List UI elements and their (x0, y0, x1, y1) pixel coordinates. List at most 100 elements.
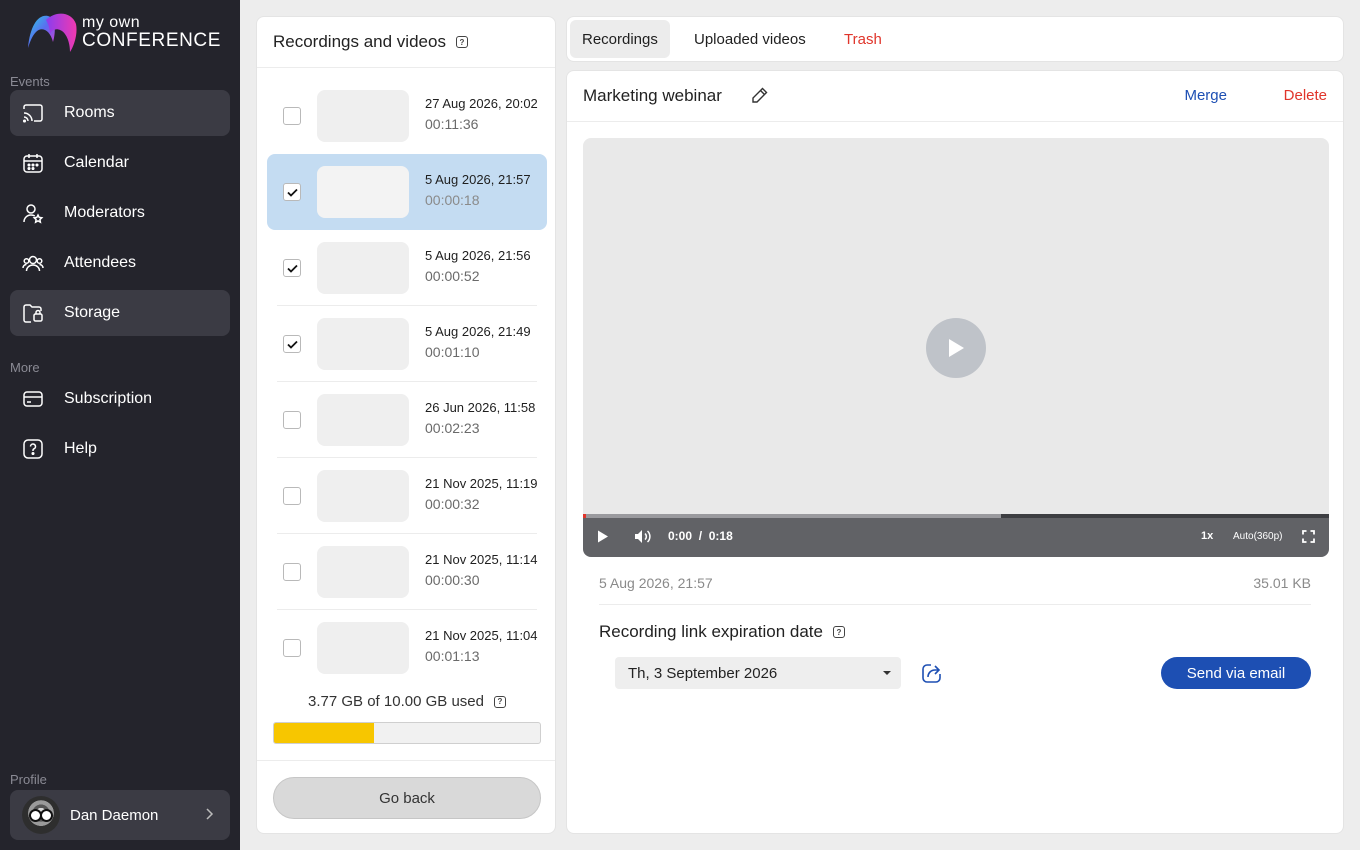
section-label-more: More (10, 360, 40, 375)
recording-checkbox[interactable] (283, 563, 301, 581)
file-size: 35.01 KB (1253, 575, 1311, 591)
share-link-icon[interactable] (920, 661, 944, 685)
recording-duration: 00:02:23 (425, 420, 480, 436)
go-back-button[interactable]: Go back (273, 777, 541, 819)
section-label-events: Events (10, 74, 50, 89)
recording-date: 21 Nov 2025, 11:14 (425, 552, 538, 567)
sidebar-item-storage[interactable]: Storage (10, 290, 230, 336)
recording-date: 5 Aug 2026, 21:49 (425, 324, 531, 339)
sidebar-item-label: Rooms (64, 104, 115, 121)
pencil-edit-icon[interactable] (751, 86, 769, 104)
help-icon[interactable]: ? (455, 36, 468, 48)
recording-duration: 00:00:52 (425, 268, 480, 284)
recording-duration: 00:00:30 (425, 572, 480, 588)
storage-usage: 3.77 GB of 10.00 GB used ? (257, 693, 557, 710)
video-player[interactable]: 0:00 / 0:18 1x Auto(360p) (583, 138, 1329, 557)
expiration-date-value: Th, 3 September 2026 (628, 664, 778, 682)
play-icon[interactable] (597, 530, 609, 543)
delete-button[interactable]: Delete (1284, 87, 1327, 104)
expiration-label-text: Recording link expiration date (599, 622, 823, 641)
sidebar-item-attendees[interactable]: Attendees (10, 240, 230, 286)
profile-button[interactable]: Dan Daemon (10, 790, 230, 840)
recording-date: 26 Jun 2026, 11:58 (425, 400, 536, 415)
list-item[interactable]: 21 Nov 2025, 11:14 00:00:30 (267, 534, 547, 610)
recording-thumbnail (317, 90, 409, 142)
progress-bar[interactable] (583, 514, 1329, 518)
checkmark-icon (286, 340, 298, 349)
sidebar-item-rooms[interactable]: Rooms (10, 90, 230, 136)
list-item[interactable]: 5 Aug 2026, 21:49 00:01:10 (267, 306, 547, 382)
tab-recordings[interactable]: Recordings (570, 20, 670, 58)
list-header: Recordings and videos ? (257, 17, 555, 68)
fullscreen-icon[interactable] (1302, 530, 1315, 543)
list-item[interactable]: 5 Aug 2026, 21:57 00:00:18 (267, 154, 547, 230)
app-logo[interactable]: my own CONFERENCE (26, 12, 226, 56)
detail-header: Marketing webinar Merge Delete (567, 71, 1343, 122)
checkmark-icon (286, 264, 298, 273)
send-via-email-button[interactable]: Send via email (1161, 657, 1311, 689)
sidebar-item-label: Attendees (64, 254, 137, 271)
profile-name: Dan Daemon (70, 806, 159, 824)
recording-checkbox[interactable] (283, 335, 301, 353)
tabs-bar: Recordings Uploaded videos Trash (566, 16, 1344, 62)
list-item[interactable]: 5 Aug 2026, 21:56 00:00:52 (267, 230, 547, 306)
sidebar-item-help[interactable]: Help (10, 426, 230, 472)
storage-progress-fill (274, 723, 375, 743)
tab-trash[interactable]: Trash (832, 20, 894, 58)
recording-date: 27 Aug 2026, 20:02 (425, 96, 538, 111)
sidebar-item-calendar[interactable]: Calendar (10, 140, 230, 186)
volume-icon[interactable] (634, 529, 651, 544)
recording-checkbox[interactable] (283, 107, 301, 125)
caret-down-icon (883, 671, 891, 675)
list-item[interactable]: 27 Aug 2026, 20:02 00:11:36 (267, 78, 547, 154)
sidebar-item-moderators[interactable]: Moderators (10, 190, 230, 236)
storage-progress-bar (273, 722, 541, 744)
card-icon (22, 388, 44, 410)
recording-checkbox[interactable] (283, 259, 301, 277)
help-icon (22, 438, 44, 460)
recording-checkbox[interactable] (283, 183, 301, 201)
sidebar-item-label: Storage (64, 304, 121, 321)
recording-checkbox[interactable] (283, 411, 301, 429)
calendar-icon (22, 152, 44, 174)
list-item[interactable]: 21 Nov 2025, 11:04 00:01:13 (267, 610, 547, 686)
sidebar-item-label: Help (64, 440, 97, 457)
recording-date: 21 Nov 2025, 11:19 (425, 476, 538, 491)
current-time: 0:00 (668, 529, 693, 543)
help-icon[interactable]: ? (832, 626, 845, 638)
recording-date: 5 Aug 2026, 21:57 (599, 575, 713, 591)
recording-thumbnail (317, 622, 409, 674)
recording-date: 5 Aug 2026, 21:57 (425, 172, 531, 187)
tab-uploaded-videos[interactable]: Uploaded videos (682, 20, 818, 58)
help-icon[interactable]: ? (493, 695, 506, 708)
play-icon[interactable] (926, 318, 986, 378)
sidebar-item-subscription[interactable]: Subscription (10, 376, 230, 422)
recording-duration: 00:11:36 (425, 116, 479, 132)
list-item[interactable]: 26 Jun 2026, 11:58 00:02:23 (267, 382, 547, 458)
total-time: 0:18 (708, 529, 733, 543)
expiration-date-select[interactable]: Th, 3 September 2026 (615, 657, 901, 689)
recording-checkbox[interactable] (283, 487, 301, 505)
recording-meta: 5 Aug 2026, 21:57 35.01 KB (599, 573, 1311, 605)
playback-speed-button[interactable]: 1x (1201, 530, 1213, 542)
sidebar-item-label: Subscription (64, 390, 153, 407)
player-controls: 0:00 / 0:18 1x Auto(360p) (583, 514, 1329, 557)
recording-checkbox[interactable] (283, 639, 301, 657)
list-item[interactable]: 21 Nov 2025, 11:19 00:00:32 (267, 458, 547, 534)
quality-button[interactable]: Auto(360p) (1233, 531, 1282, 542)
recording-duration: 00:00:18 (425, 192, 480, 208)
recording-date: 5 Aug 2026, 21:56 (425, 248, 531, 263)
progress-buffered (583, 514, 1001, 518)
moderator-icon (22, 202, 44, 224)
storage-usage-text: 3.77 GB of 10.00 GB used (308, 693, 484, 710)
recording-duration: 00:00:32 (425, 496, 480, 512)
time-separator: / (698, 529, 703, 543)
recordings-list-panel: Recordings and videos ? 27 Aug 2026, 20:… (256, 16, 556, 834)
recording-title: Marketing webinar (583, 86, 722, 105)
sidebar-item-label: Calendar (64, 154, 129, 171)
merge-button[interactable]: Merge (1184, 87, 1227, 104)
cast-icon (22, 102, 44, 124)
recording-thumbnail (317, 318, 409, 370)
progress-played (583, 514, 586, 518)
divider (257, 760, 555, 761)
